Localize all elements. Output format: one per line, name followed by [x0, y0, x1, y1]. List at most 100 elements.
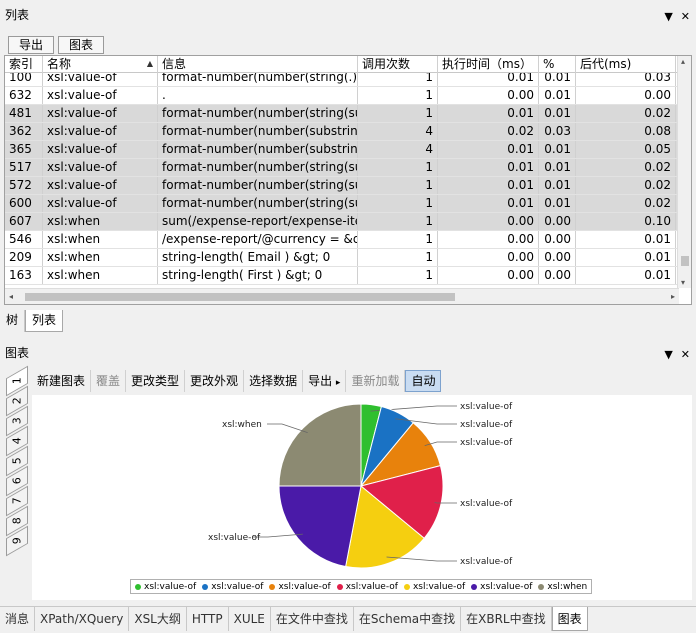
- cell-time: 0.00: [438, 267, 539, 284]
- col-percent[interactable]: %: [539, 56, 576, 73]
- cell-calls: 1: [358, 249, 438, 266]
- table-row[interactable]: 517 xsl:value-of format-number(number(stri…: [5, 159, 691, 177]
- legend-item: xsl:value-of: [403, 582, 465, 592]
- table-row[interactable]: 209 xsl:when string-length( Email ) &gt; 0…: [5, 249, 691, 267]
- tab-tree[interactable]: 树: [0, 310, 26, 332]
- horizontal-scroll-thumb[interactable]: [25, 293, 455, 301]
- scroll-right-icon[interactable]: ▸: [671, 292, 675, 301]
- cell-idx: 607: [5, 213, 43, 230]
- legend-label: xsl:value-of: [278, 581, 331, 592]
- table-row[interactable]: 572 xsl:value-of format-number(number(stri…: [5, 177, 691, 195]
- auto-button[interactable]: 自动: [405, 370, 442, 392]
- vertical-scrollbar[interactable]: ▴ ▾: [677, 56, 691, 288]
- col-descendants[interactable]: 后代(ms): [576, 56, 676, 73]
- table-row[interactable]: 546 xsl:when /expense-report/@currency = …: [5, 231, 691, 249]
- overlay-button[interactable]: 覆盖: [91, 370, 127, 392]
- legend-swatch: [538, 583, 545, 590]
- col-info[interactable]: 信息: [158, 56, 358, 73]
- cell-name: xsl:value-of: [43, 87, 158, 104]
- table-row[interactable]: 481 xsl:value-of format-number(number(stri…: [5, 105, 691, 123]
- change-type-button[interactable]: 更改类型: [126, 370, 186, 392]
- pie-slice-label: xsl:value-of: [460, 557, 513, 567]
- cell-pct: 0.00: [539, 231, 576, 248]
- chart-export-button[interactable]: 导出 ▸: [303, 370, 347, 392]
- legend-swatch: [336, 583, 343, 590]
- new-chart-button[interactable]: 新建图表: [32, 370, 92, 392]
- cell-calls: 1: [358, 159, 438, 176]
- cell-desc: 0.02: [576, 195, 676, 212]
- reload-button[interactable]: 重新加载: [346, 370, 406, 392]
- profile-table: 100 xsl:value-of format-number(number(stri…: [4, 55, 692, 305]
- horizontal-scrollbar[interactable]: ◂ ▸: [5, 288, 679, 304]
- cell-calls: 1: [358, 105, 438, 122]
- cell-time: 0.00: [438, 231, 539, 248]
- chart-area: xsl:value-of xsl:value-of xsl:value-of xsl:…: [32, 395, 692, 600]
- output-tabs: 消息 XPath/XQuery XSL大纲 HTTP XULE 在文件中查找 在…: [0, 606, 696, 631]
- legend-item: xsl:value-of: [269, 581, 331, 592]
- tab-find-in-xbrl[interactable]: 在XBRL中查找: [461, 607, 552, 631]
- tab-find-in-schema[interactable]: 在Schema中查找: [354, 607, 462, 631]
- cell-desc: 0.01: [576, 249, 676, 266]
- tab-messages[interactable]: 消息: [0, 607, 36, 631]
- export-button[interactable]: 导出: [8, 36, 55, 54]
- col-index[interactable]: 索引: [5, 56, 43, 73]
- chart-number-tabs: 1 2 3 4 5 6 7 8 9: [6, 365, 28, 600]
- cell-name: xsl:when: [43, 213, 158, 230]
- scroll-left-icon[interactable]: ◂: [9, 292, 13, 301]
- cell-pct: 0.00: [539, 249, 576, 266]
- col-name[interactable]: 名称 ▲: [43, 56, 158, 73]
- legend-label: xsl:value-of: [480, 581, 533, 592]
- vertical-scroll-thumb[interactable]: [681, 256, 689, 266]
- table-row[interactable]: 365 xsl:value-of format-number(number(subs…: [5, 141, 691, 159]
- col-time[interactable]: 执行时间（ms）: [438, 56, 539, 73]
- cell-pct: 0.00: [539, 213, 576, 230]
- change-appearance-button[interactable]: 更改外观: [185, 370, 245, 392]
- scroll-down-icon[interactable]: ▾: [681, 278, 685, 287]
- legend-item: xsl:value-of: [471, 582, 532, 592]
- cell-desc: 0.08: [576, 123, 676, 140]
- tab-http[interactable]: HTTP: [187, 607, 229, 631]
- tab-list[interactable]: 列表: [25, 310, 64, 332]
- cell-idx: 209: [5, 249, 43, 266]
- chart-button[interactable]: 图表: [58, 36, 105, 54]
- pie-slice[interactable]: [278, 403, 362, 487]
- table-row[interactable]: 163 xsl:when string-length( First ) &gt; 0…: [5, 267, 691, 285]
- close-icon[interactable]: ✕: [681, 10, 690, 23]
- legend-swatch: [403, 583, 410, 590]
- col-calls[interactable]: 调用次数: [358, 56, 438, 73]
- cell-info: format-number(number(substring(...: [158, 141, 358, 158]
- scroll-up-icon[interactable]: ▴: [681, 57, 685, 66]
- cell-name: xsl:value-of: [43, 141, 158, 158]
- tab-xule[interactable]: XULE: [229, 607, 271, 631]
- tab-xpath[interactable]: XPath/XQuery: [35, 607, 130, 631]
- table-row[interactable]: 600 xsl:value-of format-number(number(stri…: [5, 195, 691, 213]
- cell-time: 0.00: [438, 213, 539, 230]
- tab-xsl-outline[interactable]: XSL大纲: [129, 607, 187, 631]
- cell-time: 0.01: [438, 195, 539, 212]
- pin-icon[interactable]: ▼: [664, 10, 672, 23]
- cell-time: 0.01: [438, 141, 539, 158]
- select-data-button[interactable]: 选择数据: [244, 370, 304, 392]
- cell-time: 0.01: [438, 105, 539, 122]
- pin-icon[interactable]: ▼: [664, 348, 672, 361]
- cell-info: format-number(number(string(su...: [158, 195, 358, 212]
- close-icon[interactable]: ✕: [681, 348, 690, 361]
- tab-find-in-files[interactable]: 在文件中查找: [271, 607, 354, 631]
- legend-swatch: [471, 583, 478, 590]
- cell-name: xsl:value-of: [43, 177, 158, 194]
- tab-charts[interactable]: 图表: [551, 607, 588, 631]
- table-row[interactable]: 632 xsl:value-of. 1 0.00 0.01 0.00: [5, 87, 691, 105]
- cell-desc: 0.05: [576, 141, 676, 158]
- legend-swatch: [135, 583, 141, 590]
- pie-slice-label: xsl:value-of: [460, 420, 513, 430]
- cell-pct: 0.01: [539, 177, 576, 194]
- cell-calls: 1: [358, 231, 438, 248]
- cell-time: 0.02: [438, 123, 539, 140]
- cell-time: 0.01: [438, 159, 539, 176]
- cell-pct: 0.03: [539, 123, 576, 140]
- cell-info: string-length( Email ) &gt; 0: [158, 249, 358, 266]
- table-row[interactable]: 362 xsl:value-of format-number(number(subs…: [5, 123, 691, 141]
- cell-pct: 0.01: [539, 105, 576, 122]
- cell-desc: 0.02: [576, 159, 676, 176]
- table-row[interactable]: 607 xsl:when sum(/expense-report/expense-i…: [5, 213, 691, 231]
